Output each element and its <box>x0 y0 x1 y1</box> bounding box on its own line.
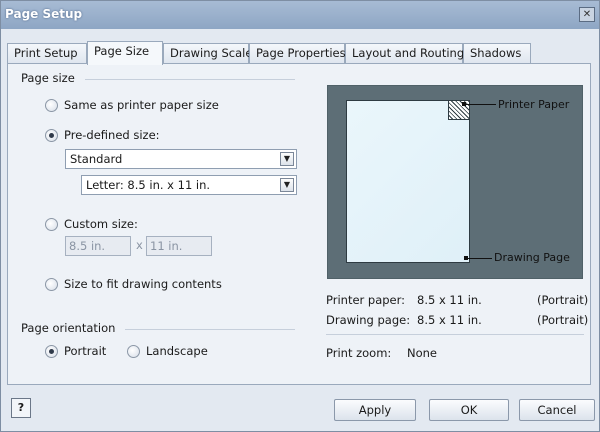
title-bar[interactable]: Page Setup ✕ <box>1 1 599 29</box>
select-value: Standard <box>70 152 123 166</box>
predefined-category-select[interactable]: Standard ▼ <box>65 149 297 169</box>
radio-button[interactable] <box>45 344 58 358</box>
orientation-group-divider <box>125 329 295 330</box>
printer-paper-leader-line <box>466 104 496 105</box>
drawing-page-preview <box>346 100 470 263</box>
drawing-page-orientation: (Portrait) <box>537 313 589 327</box>
radio-label: Size to fit drawing contents <box>64 277 222 291</box>
predefined-size-select[interactable]: Letter: 8.5 in. x 11 in. ▼ <box>81 175 297 195</box>
radio-label: Custom size: <box>64 217 138 231</box>
info-divider <box>326 334 584 335</box>
page-preview: Printer Paper Drawing Page <box>327 85 583 279</box>
printer-paper-orientation: (Portrait) <box>537 293 589 307</box>
radio-button[interactable] <box>45 98 58 112</box>
printer-paper-label: Printer Paper <box>498 98 570 111</box>
print-zoom-label: Print zoom: <box>326 346 392 360</box>
printer-paper-corner-marker <box>448 100 470 120</box>
drawing-page-info-value: 8.5 x 11 in. <box>417 313 482 327</box>
radio-label: Portrait <box>64 344 107 358</box>
radio-same-as-printer[interactable]: Same as printer paper size <box>45 98 219 112</box>
print-zoom-value: None <box>407 346 438 360</box>
close-button[interactable]: ✕ <box>579 7 595 22</box>
radio-label: Same as printer paper size <box>64 98 219 112</box>
page-size-group-divider <box>85 79 295 80</box>
page-size-group-label: Page size <box>21 71 75 85</box>
tab-page-properties[interactable]: Page Properties <box>249 43 346 63</box>
radio-predefined-size[interactable]: Pre-defined size: <box>45 128 160 142</box>
tab-page-size[interactable]: Page Size <box>87 41 163 65</box>
ok-button[interactable]: OK <box>429 399 509 421</box>
radio-size-to-fit[interactable]: Size to fit drawing contents <box>45 277 222 291</box>
orientation-group-label: Page orientation <box>21 321 116 335</box>
radio-label: Landscape <box>146 344 208 358</box>
radio-button[interactable] <box>45 128 58 142</box>
radio-custom-size[interactable]: Custom size: <box>45 217 138 231</box>
cancel-button[interactable]: Cancel <box>519 399 595 421</box>
radio-button[interactable] <box>45 217 58 231</box>
radio-label: Pre-defined size: <box>64 128 160 142</box>
printer-paper-info-value: 8.5 x 11 in. <box>417 293 482 307</box>
custom-height-field[interactable]: 11 in. <box>146 236 212 256</box>
radio-button[interactable] <box>127 344 140 358</box>
window-title: Page Setup <box>5 7 83 21</box>
select-value: Letter: 8.5 in. x 11 in. <box>86 178 211 192</box>
radio-button[interactable] <box>45 277 58 291</box>
help-button[interactable]: ? <box>11 398 31 418</box>
chevron-down-icon[interactable]: ▼ <box>280 178 294 192</box>
chevron-down-icon[interactable]: ▼ <box>280 152 294 166</box>
printer-paper-info-label: Printer paper: <box>326 293 406 307</box>
drawing-page-leader-line <box>468 258 492 259</box>
radio-portrait[interactable]: Portrait <box>45 344 106 358</box>
custom-width-field[interactable]: 8.5 in. <box>65 236 131 256</box>
apply-button[interactable]: Apply <box>334 399 416 421</box>
tab-shadows[interactable]: Shadows <box>463 43 531 63</box>
tab-layout-and-routing[interactable]: Layout and Routing <box>345 43 464 63</box>
tab-print-setup[interactable]: Print Setup <box>7 43 87 63</box>
custom-size-separator: x <box>136 238 143 252</box>
page-setup-dialog: Page Setup ✕ Print Setup Page Size Drawi… <box>0 0 600 432</box>
drawing-page-label: Drawing Page <box>494 251 570 264</box>
tab-drawing-scale[interactable]: Drawing Scale <box>163 43 252 63</box>
drawing-page-info-label: Drawing page: <box>326 313 411 327</box>
radio-landscape[interactable]: Landscape <box>127 344 208 358</box>
